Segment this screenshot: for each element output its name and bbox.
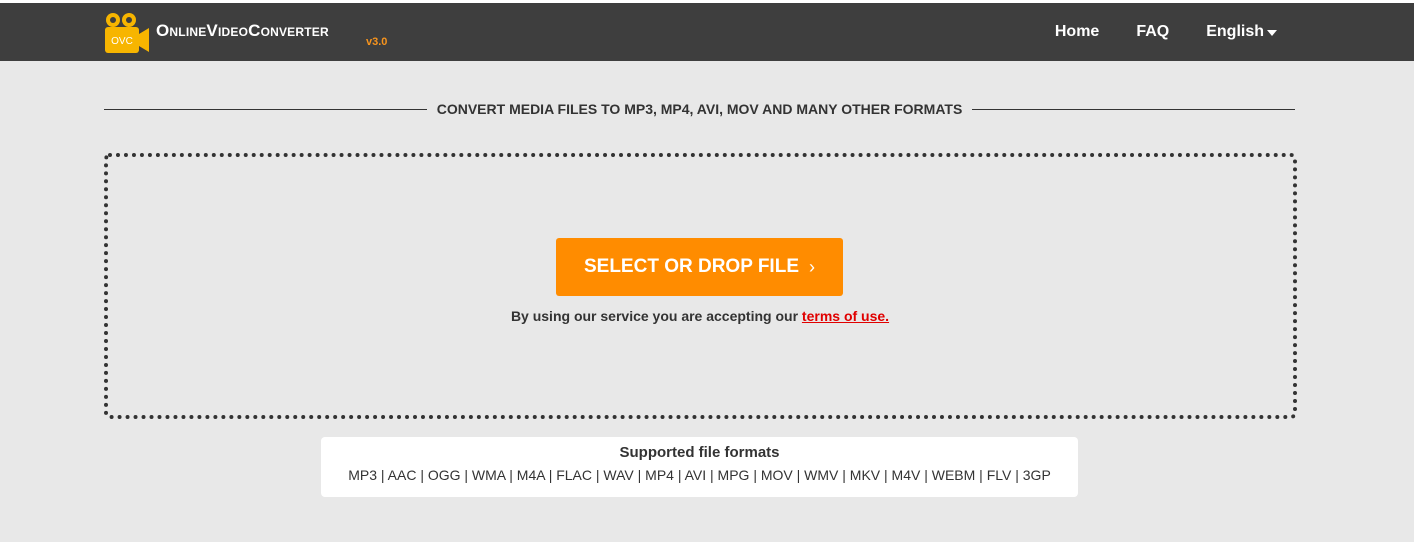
nav-faq-link[interactable]: FAQ: [1136, 23, 1169, 41]
terms-of-use-link[interactable]: terms of use.: [802, 308, 889, 324]
right-border: [1414, 0, 1418, 543]
select-file-button[interactable]: SELECT OR DROP FILE ›: [556, 238, 843, 296]
supported-formats-box: Supported file formats MP3 | AAC | OGG |…: [321, 437, 1078, 497]
language-dropdown[interactable]: English: [1206, 23, 1277, 41]
logo-text: OnlineVideoConverter: [156, 21, 329, 40]
version-label: v3.0: [366, 36, 388, 48]
supported-formats-title: Supported file formats: [619, 444, 780, 461]
language-label: English: [1206, 23, 1264, 40]
logo-icon-text: OVC: [111, 36, 133, 47]
section-heading: CONVERT MEDIA FILES TO MP3, MP4, AVI, MO…: [104, 98, 1296, 120]
heading-rule-left: [104, 108, 427, 110]
site-logo[interactable]: OVC OnlineVideoConverter v3.0: [104, 12, 387, 54]
terms-notice: By using our service you are accepting o…: [0, 308, 1400, 324]
film-camera-icon: OVC: [104, 12, 150, 54]
page: OVC OnlineVideoConverter v3.0 Home FAQ E…: [0, 0, 1418, 543]
nav-links: Home FAQ English: [1018, 3, 1277, 61]
heading-rule-right: [972, 108, 1296, 110]
supported-formats-list: MP3 | AAC | OGG | WMA | M4A | FLAC | WAV…: [348, 467, 1051, 483]
select-file-button-label: SELECT OR DROP FILE: [583, 256, 799, 277]
section-heading-text: CONVERT MEDIA FILES TO MP3, MP4, AVI, MO…: [436, 101, 963, 117]
chevron-right-icon: ›: [809, 256, 815, 277]
terms-prefix: By using our service you are accepting o…: [510, 308, 799, 324]
navbar: OVC OnlineVideoConverter v3.0 Home FAQ E…: [0, 3, 1414, 61]
nav-home-link[interactable]: Home: [1055, 23, 1099, 41]
caret-down-icon: [1267, 30, 1277, 36]
